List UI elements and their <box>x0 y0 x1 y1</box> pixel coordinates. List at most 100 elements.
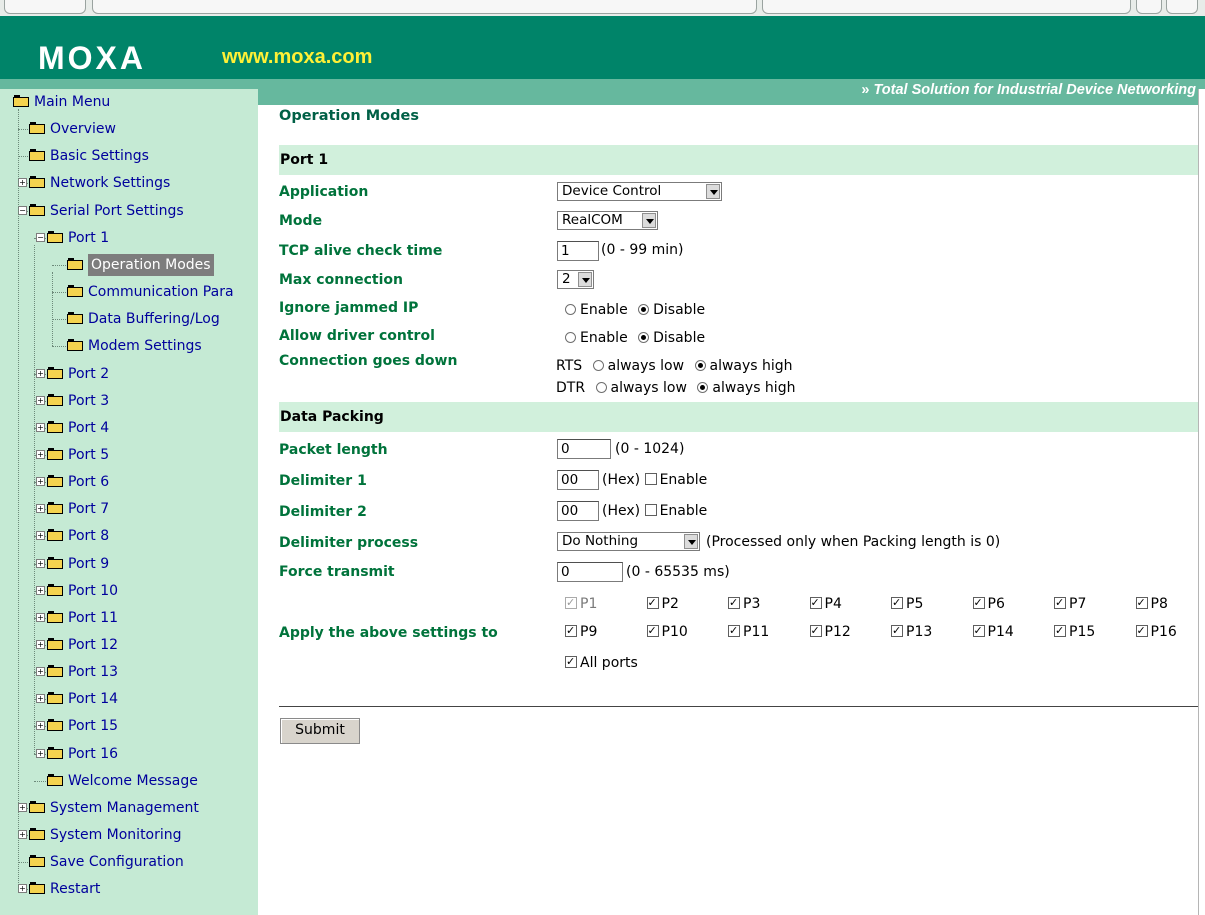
max-connection-select[interactable]: 2 <box>557 270 594 289</box>
sidebar-item[interactable]: Communication Para <box>0 281 258 303</box>
port-checkbox-label: P4 <box>824 596 842 612</box>
port-checkbox[interactable] <box>809 625 822 637</box>
sidebar-item-label: Port 3 <box>68 392 110 409</box>
ignore-jammed-enable-radio[interactable] <box>565 304 576 315</box>
port-checkbox[interactable] <box>728 625 740 637</box>
sidebar-item[interactable]: Overview <box>0 118 258 140</box>
delimiter2-input[interactable]: 00 <box>557 501 599 521</box>
site-link[interactable]: www.moxa.com <box>222 46 372 69</box>
expand-icon[interactable]: + <box>36 395 45 405</box>
sidebar-item[interactable]: + Port 16 <box>0 743 258 765</box>
sidebar-item[interactable]: + Port 13 <box>0 661 258 683</box>
dtr-high-radio[interactable] <box>697 382 709 393</box>
expand-icon[interactable]: + <box>36 721 45 731</box>
dropdown-arrow-icon[interactable] <box>684 534 698 549</box>
force-transmit-input[interactable]: 0 <box>557 562 623 582</box>
expand-icon[interactable]: + <box>36 694 45 704</box>
expand-icon[interactable]: + <box>36 667 45 677</box>
delimiter1-input[interactable]: 00 <box>557 470 599 490</box>
ignore-jammed-disable-radio[interactable] <box>638 304 650 315</box>
all-ports-checkbox[interactable] <box>565 656 577 668</box>
port-checkbox[interactable] <box>891 625 903 637</box>
sidebar-item[interactable]: Welcome Message <box>0 770 258 792</box>
expand-icon[interactable]: + <box>36 368 45 378</box>
tcp-alive-input[interactable]: 1 <box>557 241 599 261</box>
sidebar-item[interactable]: + Port 11 <box>0 607 258 629</box>
dropdown-arrow-icon[interactable] <box>642 213 656 228</box>
delimiter2-enable-checkbox[interactable] <box>644 504 657 516</box>
sidebar-item[interactable]: Operation Modes <box>0 253 258 276</box>
port-checkbox[interactable] <box>891 597 903 609</box>
expand-icon[interactable]: + <box>36 612 45 622</box>
expand-icon[interactable]: + <box>18 178 27 188</box>
expand-icon[interactable]: + <box>36 748 45 758</box>
port-checkbox[interactable] <box>1054 597 1066 609</box>
expand-icon[interactable]: + <box>18 830 27 840</box>
port-checkbox[interactable] <box>565 625 577 637</box>
expand-icon[interactable]: + <box>36 640 45 649</box>
sidebar-item[interactable]: Main Menu <box>0 91 258 113</box>
sidebar-item[interactable]: Basic Settings <box>0 145 258 167</box>
sidebar-item-label: Port 8 <box>68 528 110 545</box>
sidebar-item[interactable]: + Network Settings <box>0 172 258 194</box>
sidebar-item[interactable]: + Restart <box>0 878 258 900</box>
expand-icon[interactable]: + <box>36 585 45 595</box>
sidebar-item[interactable]: + Port 5 <box>0 444 258 466</box>
sidebar-item[interactable]: + Port 14 <box>0 688 258 710</box>
sidebar-item[interactable]: + System Monitoring <box>0 824 258 846</box>
sidebar-item[interactable]: + Port 4 <box>0 417 258 439</box>
dropdown-arrow-icon[interactable] <box>706 184 720 199</box>
sidebar-item[interactable]: + Port 15 <box>0 715 258 737</box>
expand-icon[interactable]: + <box>36 504 45 514</box>
port-checkbox[interactable] <box>1135 625 1148 637</box>
port-checkbox[interactable] <box>972 597 985 609</box>
application-select[interactable]: Device Control <box>557 182 722 201</box>
rts-high-radio[interactable] <box>694 360 706 371</box>
mode-select[interactable]: RealCOM <box>557 211 658 230</box>
sidebar-item[interactable]: + Port 10 <box>0 580 258 602</box>
folder-icon <box>29 800 45 813</box>
expand-icon[interactable]: + <box>36 531 45 541</box>
sidebar-item[interactable]: Data Buffering/Log <box>0 308 258 330</box>
port-checkbox[interactable] <box>728 597 740 609</box>
driver-control-enable-radio[interactable] <box>565 332 576 343</box>
rts-low-radio[interactable] <box>592 360 604 371</box>
sidebar-item[interactable]: + Port 6 <box>0 471 258 493</box>
sidebar-item[interactable]: + Port 12 <box>0 634 258 656</box>
apply-port-option: P11 <box>728 624 769 640</box>
sidebar-item[interactable]: − Port 1 <box>0 227 258 249</box>
sidebar-item[interactable]: + Port 3 <box>0 390 258 412</box>
port-checkbox[interactable] <box>809 597 822 609</box>
collapse-icon[interactable]: − <box>18 205 27 215</box>
sidebar-item[interactable]: + System Management <box>0 797 258 819</box>
sidebar-item[interactable]: Modem Settings <box>0 335 258 357</box>
expand-icon[interactable]: + <box>36 477 45 487</box>
sidebar-item[interactable]: + Port 2 <box>0 363 258 385</box>
sidebar-item[interactable]: + Port 8 <box>0 525 258 547</box>
sidebar-item[interactable]: − Serial Port Settings <box>0 200 258 222</box>
dropdown-arrow-icon[interactable] <box>578 272 592 287</box>
port-checkbox[interactable] <box>1054 625 1066 637</box>
delimiter1-enable-checkbox[interactable] <box>644 473 657 485</box>
delimiter-process-select[interactable]: Do Nothing <box>557 532 700 551</box>
port-checkbox[interactable] <box>972 625 985 637</box>
dtr-low-radio[interactable] <box>595 382 607 393</box>
expand-icon[interactable]: + <box>18 884 27 894</box>
driver-control-disable-radio[interactable] <box>638 332 650 343</box>
port-checkbox[interactable] <box>646 625 659 637</box>
expand-icon[interactable]: + <box>36 558 45 568</box>
port-checkbox[interactable] <box>646 597 659 609</box>
submit-button[interactable]: Submit <box>280 718 360 744</box>
folder-icon <box>67 312 83 325</box>
expand-icon[interactable]: + <box>18 802 27 812</box>
sidebar-item[interactable]: Save Configuration <box>0 851 258 873</box>
scrollbar[interactable] <box>1198 89 1205 915</box>
sidebar-item[interactable]: + Port 7 <box>0 498 258 520</box>
sidebar-item[interactable]: + Port 9 <box>0 553 258 575</box>
expand-icon[interactable]: + <box>36 422 45 432</box>
collapse-icon[interactable]: − <box>36 232 45 242</box>
expand-icon[interactable]: + <box>36 449 45 459</box>
tcp-alive-hint: (0 - 99 min) <box>601 242 684 258</box>
port-checkbox[interactable] <box>1135 597 1148 609</box>
packet-length-input[interactable]: 0 <box>557 439 611 459</box>
